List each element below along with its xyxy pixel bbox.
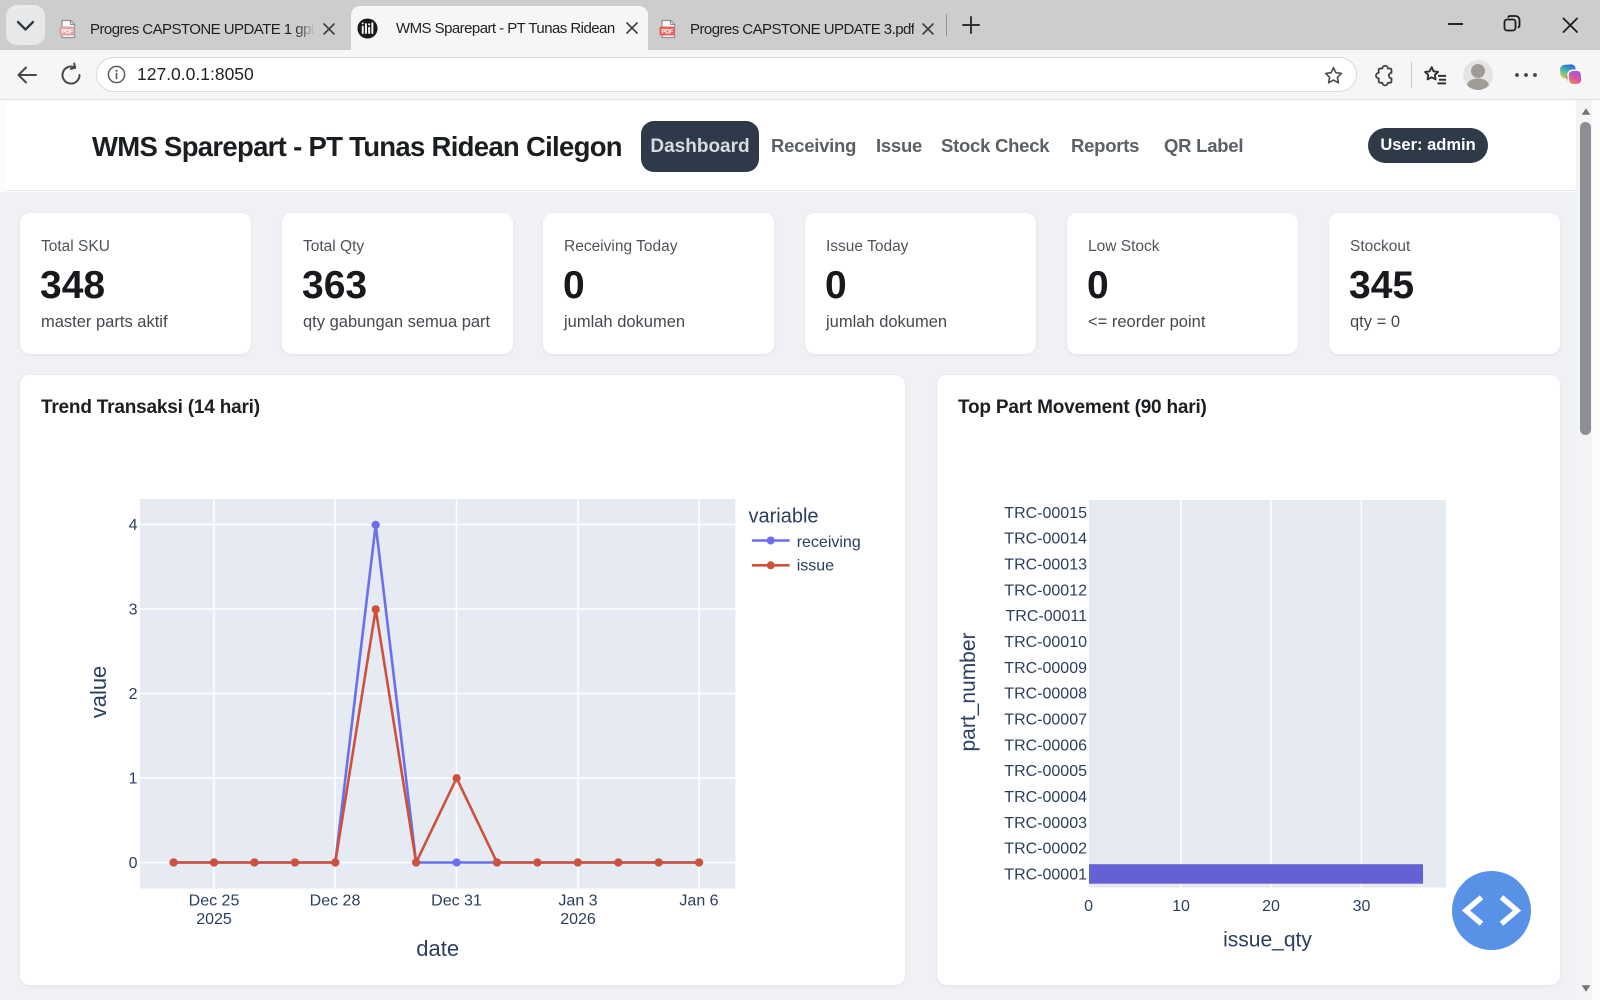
svg-text:2026: 2026	[560, 911, 596, 928]
svg-text:variable: variable	[749, 506, 819, 528]
svg-text:TRC-00001: TRC-00001	[1004, 867, 1087, 884]
svg-text:TRC-00003: TRC-00003	[1004, 815, 1087, 832]
svg-text:1: 1	[129, 771, 138, 788]
svg-text:TRC-00007: TRC-00007	[1004, 712, 1087, 729]
svg-text:2: 2	[129, 686, 138, 703]
svg-text:TRC-00010: TRC-00010	[1004, 634, 1087, 651]
svg-text:10: 10	[1172, 898, 1190, 915]
svg-text:TRC-00005: TRC-00005	[1004, 763, 1087, 780]
svg-text:TRC-00012: TRC-00012	[1004, 582, 1087, 599]
svg-text:TRC-00002: TRC-00002	[1004, 841, 1087, 858]
svg-text:date: date	[416, 936, 459, 961]
svg-text:TRC-00004: TRC-00004	[1004, 789, 1087, 806]
svg-text:4: 4	[129, 517, 138, 534]
svg-text:3: 3	[129, 602, 138, 619]
svg-text:TRC-00015: TRC-00015	[1004, 505, 1087, 522]
svg-text:TRC-00011: TRC-00011	[1005, 608, 1087, 625]
svg-text:Jan 6: Jan 6	[679, 893, 718, 910]
svg-text:Jan 3: Jan 3	[558, 893, 597, 910]
svg-text:TRC-00008: TRC-00008	[1004, 686, 1087, 703]
svg-text:issue_qty: issue_qty	[1223, 929, 1312, 952]
svg-text:PDF: PDF	[61, 28, 73, 35]
svg-text:0: 0	[1084, 898, 1093, 915]
svg-text:20: 20	[1262, 898, 1280, 915]
svg-text:TRC-00013: TRC-00013	[1004, 557, 1087, 574]
svg-text:part_number: part_number	[957, 632, 980, 751]
svg-text:Dec 25: Dec 25	[189, 893, 240, 910]
svg-text:TRC-00006: TRC-00006	[1004, 737, 1087, 754]
svg-text:Dec 31: Dec 31	[431, 893, 482, 910]
svg-text:receiving: receiving	[797, 534, 861, 551]
svg-text:value: value	[86, 666, 111, 719]
svg-text:Dec 28: Dec 28	[310, 893, 361, 910]
svg-text:TRC-00014: TRC-00014	[1004, 531, 1087, 548]
svg-text:2025: 2025	[196, 911, 232, 928]
svg-text:0: 0	[129, 855, 138, 872]
svg-text:TRC-00009: TRC-00009	[1004, 660, 1087, 677]
svg-text:PDF: PDF	[661, 28, 673, 35]
svg-text:30: 30	[1353, 898, 1371, 915]
svg-text:issue: issue	[797, 557, 834, 574]
